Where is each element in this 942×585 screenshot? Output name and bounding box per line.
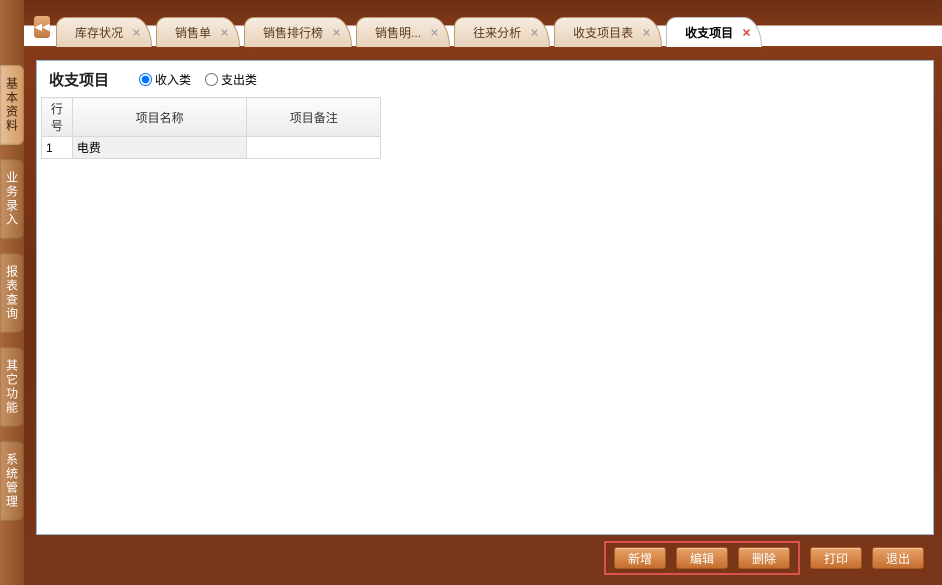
tab-income-expense-table[interactable]: 收支项目表 ✕ (554, 17, 662, 47)
project-table: 行号 项目名称 项目备注 1 电费 (41, 97, 381, 159)
delete-button[interactable]: 删除 (738, 547, 790, 569)
tab-inventory[interactable]: 库存状况 ✕ (56, 17, 152, 47)
tab-income-expense[interactable]: 收支项目 ✕ (666, 17, 762, 47)
panel-title: 收支项目 (49, 69, 109, 90)
edit-button[interactable]: 编辑 (676, 547, 728, 569)
table-row[interactable]: 1 电费 (42, 137, 381, 159)
side-nav-system[interactable]: 系统管理 (0, 441, 24, 521)
tab-sales-order[interactable]: 销售单 ✕ (156, 17, 240, 47)
close-icon[interactable]: ✕ (218, 26, 231, 39)
tab-strip: ◀◀ 库存状况 ✕ 销售单 ✕ 销售排行榜 ✕ 销售明... ✕ 往来分析 ✕ … (24, 0, 942, 46)
footer-toolbar: 新增 编辑 删除 打印 退出 (36, 541, 934, 575)
tab-label: 销售明... (375, 24, 421, 41)
tabs-scroll-left-icon[interactable]: ◀◀ (34, 16, 50, 38)
close-icon[interactable]: ✕ (428, 26, 441, 39)
side-nav-entry[interactable]: 业务录入 (0, 159, 24, 239)
tab-sales-rank[interactable]: 销售排行榜 ✕ (244, 17, 352, 47)
radio-expense[interactable]: 支出类 (205, 71, 257, 88)
tab-label: 库存状况 (75, 24, 123, 41)
side-nav-basic[interactable]: 基本资料 (0, 65, 24, 145)
print-button[interactable]: 打印 (810, 547, 862, 569)
radio-expense-label: 支出类 (221, 71, 257, 88)
tab-label: 收支项目表 (573, 24, 633, 41)
side-nav-other[interactable]: 其它功能 (0, 347, 24, 427)
tab-accounts[interactable]: 往来分析 ✕ (454, 17, 550, 47)
close-icon[interactable]: ✕ (330, 26, 343, 39)
side-nav-report[interactable]: 报表查询 (0, 253, 24, 333)
tab-label: 销售单 (175, 24, 211, 41)
main-panel: 收支项目 收入类 支出类 行号 项目名称 项目备注 1 电费 (36, 60, 934, 535)
radio-income-label: 收入类 (155, 71, 191, 88)
tab-label: 销售排行榜 (263, 24, 323, 41)
close-icon[interactable]: ✕ (640, 26, 653, 39)
panel-header: 收支项目 收入类 支出类 (37, 61, 933, 97)
radio-income[interactable]: 收入类 (139, 71, 191, 88)
action-group-highlight: 新增 编辑 删除 (604, 541, 800, 575)
type-radio-group: 收入类 支出类 (139, 71, 257, 88)
cell-row-no: 1 (42, 137, 73, 159)
radio-income-input[interactable] (139, 73, 152, 86)
col-row-no: 行号 (42, 98, 73, 137)
col-name: 项目名称 (72, 98, 247, 137)
close-icon[interactable]: ✕ (130, 26, 143, 39)
tab-label: 往来分析 (473, 24, 521, 41)
tab-label: 收支项目 (685, 24, 733, 41)
close-icon[interactable]: ✕ (740, 26, 753, 39)
table-header-row: 行号 项目名称 项目备注 (42, 98, 381, 137)
exit-button[interactable]: 退出 (872, 547, 924, 569)
add-button[interactable]: 新增 (614, 547, 666, 569)
radio-expense-input[interactable] (205, 73, 218, 86)
tab-sales-detail[interactable]: 销售明... ✕ (356, 17, 450, 47)
col-note: 项目备注 (247, 98, 381, 137)
cell-note[interactable] (247, 137, 381, 159)
cell-name[interactable]: 电费 (72, 137, 247, 159)
close-icon[interactable]: ✕ (528, 26, 541, 39)
side-nav: 基本资料 业务录入 报表查询 其它功能 系统管理 (0, 0, 24, 585)
